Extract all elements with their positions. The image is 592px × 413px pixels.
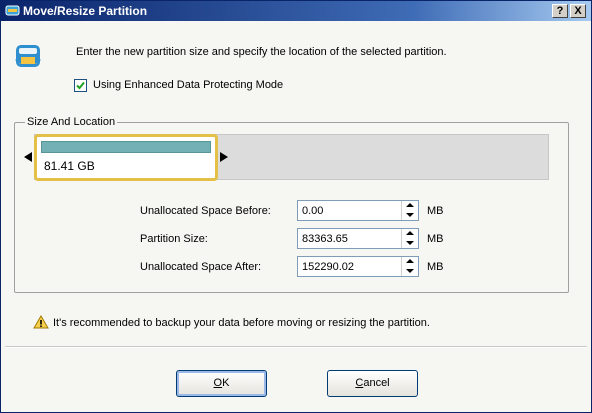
enhanced-mode-label[interactable]: Using Enhanced Data Protecting Mode [93, 79, 283, 91]
partition-size-value: 83363.65 [302, 233, 348, 245]
spin-down-icon[interactable] [402, 211, 418, 220]
close-button[interactable]: X [570, 4, 586, 18]
unallocated-before-input[interactable]: 0.00 [297, 200, 419, 221]
unallocated-after-unit: MB [427, 261, 444, 273]
cancel-button[interactable]: Cancel [327, 370, 418, 397]
enhanced-mode-checkbox[interactable] [74, 79, 87, 92]
partition-usage-bar [41, 141, 211, 153]
partition-size-field-label: Partition Size: [140, 233, 208, 245]
spin-down-icon[interactable] [402, 267, 418, 276]
help-button[interactable]: ? [552, 4, 568, 18]
title-app-icon [5, 5, 20, 16]
footer-separator [5, 346, 587, 348]
unallocated-after-value: 152290.02 [302, 261, 354, 273]
unallocated-before-value: 0.00 [302, 205, 324, 217]
resize-handle-right[interactable] [220, 152, 228, 162]
resize-handle-left[interactable] [24, 152, 32, 162]
size-location-legend: Size And Location [25, 116, 118, 128]
warning-text: It's recommended to backup your data bef… [53, 317, 430, 329]
check-icon [76, 81, 85, 90]
partition-block[interactable]: 81.41 GB [34, 134, 218, 181]
partition-size-label: 81.41 GB [44, 159, 95, 173]
unallocated-before-unit: MB [427, 205, 444, 217]
ok-button[interactable]: OK [176, 370, 267, 397]
partition-size-input[interactable]: 83363.65 [297, 228, 419, 249]
partition-size-spinner[interactable] [401, 229, 418, 248]
partition-size-unit: MB [427, 233, 444, 245]
help-icon: ? [556, 5, 564, 17]
unallocated-after-label: Unallocated Space After: [140, 261, 262, 273]
unallocated-after-spinner[interactable] [401, 257, 418, 276]
warning-icon [33, 315, 49, 329]
instruction-text: Enter the new partition size and specify… [76, 46, 447, 58]
app-icon [15, 45, 41, 67]
window-title: Move/Resize Partition [23, 4, 148, 18]
spin-up-icon[interactable] [402, 257, 418, 266]
title-bar: Move/Resize Partition ? X [1, 1, 591, 21]
move-resize-dialog: Move/Resize Partition ? X Enter the new … [0, 0, 592, 413]
unallocated-after-input[interactable]: 152290.02 [297, 256, 419, 277]
unallocated-before-spinner[interactable] [401, 201, 418, 220]
spin-up-icon[interactable] [402, 201, 418, 210]
ok-mnemonic: O [213, 377, 223, 389]
cancel-label: ancel [363, 377, 390, 389]
unallocated-before-label: Unallocated Space Before: [140, 205, 271, 217]
spin-up-icon[interactable] [402, 229, 418, 238]
spin-down-icon[interactable] [402, 239, 418, 248]
close-icon: X [574, 5, 582, 17]
ok-label: K [222, 377, 230, 389]
